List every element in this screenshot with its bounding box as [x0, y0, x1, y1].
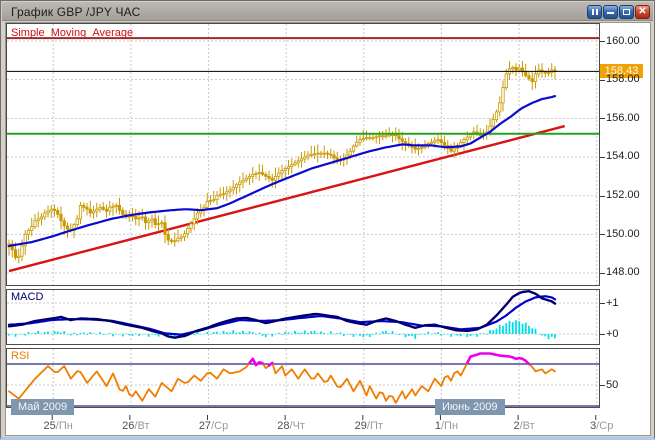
title-bar[interactable]: График GBP /JPY ЧАС ✕ — [2, 2, 653, 21]
window-title: График GBP /JPY ЧАС — [11, 5, 140, 19]
pause-button[interactable] — [587, 5, 602, 19]
price-axis-label: 158.00 — [606, 73, 640, 85]
indicator-axis-label: +0 — [606, 328, 619, 340]
pause-icon — [592, 9, 594, 15]
date-axis-label: 28/Чт — [277, 420, 305, 432]
maximize-button[interactable] — [619, 5, 634, 19]
rsi-overbought-segment — [467, 354, 529, 365]
axis-tick — [600, 334, 605, 335]
price-panel[interactable] — [6, 23, 600, 286]
rsi-panel[interactable] — [6, 348, 600, 408]
indicator-axis-label: 50 — [606, 379, 618, 391]
date-axis-label: 29/Пт — [355, 420, 383, 432]
month-badge-may: Май 2009 — [11, 399, 74, 415]
price-axis-label: 150.00 — [606, 228, 640, 240]
macd-panel[interactable] — [6, 289, 600, 345]
macd-indicator-label: MACD — [11, 291, 43, 303]
axis-tick — [600, 303, 605, 304]
axis-tick — [600, 118, 605, 119]
maximize-icon — [623, 9, 630, 15]
rsi-overbought-segment — [269, 363, 272, 366]
sma-indicator-label: Simple_Moving_Average — [11, 27, 133, 39]
date-axis-label: 27/Ср — [199, 420, 228, 432]
close-button[interactable]: ✕ — [635, 5, 650, 19]
indicator-axis-label: +1 — [606, 297, 619, 309]
month-badge-june: Июнь 2009 — [435, 399, 505, 415]
rsi-indicator-label: RSI — [11, 350, 29, 362]
price-axis-label: 148.00 — [606, 266, 640, 278]
trendline — [9, 126, 565, 271]
price-plot — [7, 24, 599, 285]
minimize-icon — [607, 12, 614, 14]
date-axis-label: 1/Пн — [435, 420, 458, 432]
axis-tick — [600, 273, 605, 274]
axis-tick — [600, 385, 605, 386]
chart-window: График GBP /JPY ЧАС ✕ Simple_Moving_Aver… — [0, 0, 655, 440]
minimize-button[interactable] — [603, 5, 618, 19]
price-axis-label: 160.00 — [606, 35, 640, 47]
date-axis-label: 25/Пн — [44, 420, 73, 432]
price-axis-label: 156.00 — [606, 112, 640, 124]
price-axis-label: 154.00 — [606, 150, 640, 162]
axis-tick — [600, 234, 605, 235]
axis-tick — [600, 196, 605, 197]
axis-tick — [600, 157, 605, 158]
date-axis-label: 2/Вт — [513, 420, 534, 432]
price-axis-label: 152.00 — [606, 189, 640, 201]
date-axis-label: 3/Ср — [590, 420, 613, 432]
candles-layer — [8, 61, 556, 263]
rsi-line — [9, 354, 555, 403]
macd-plot — [7, 290, 599, 344]
close-icon: ✕ — [636, 6, 649, 18]
rsi-plot — [7, 349, 599, 407]
date-axis-label: 26/Вт — [122, 420, 149, 432]
axis-tick — [600, 41, 605, 42]
macd-line — [9, 291, 555, 338]
axis-tick — [600, 80, 605, 81]
